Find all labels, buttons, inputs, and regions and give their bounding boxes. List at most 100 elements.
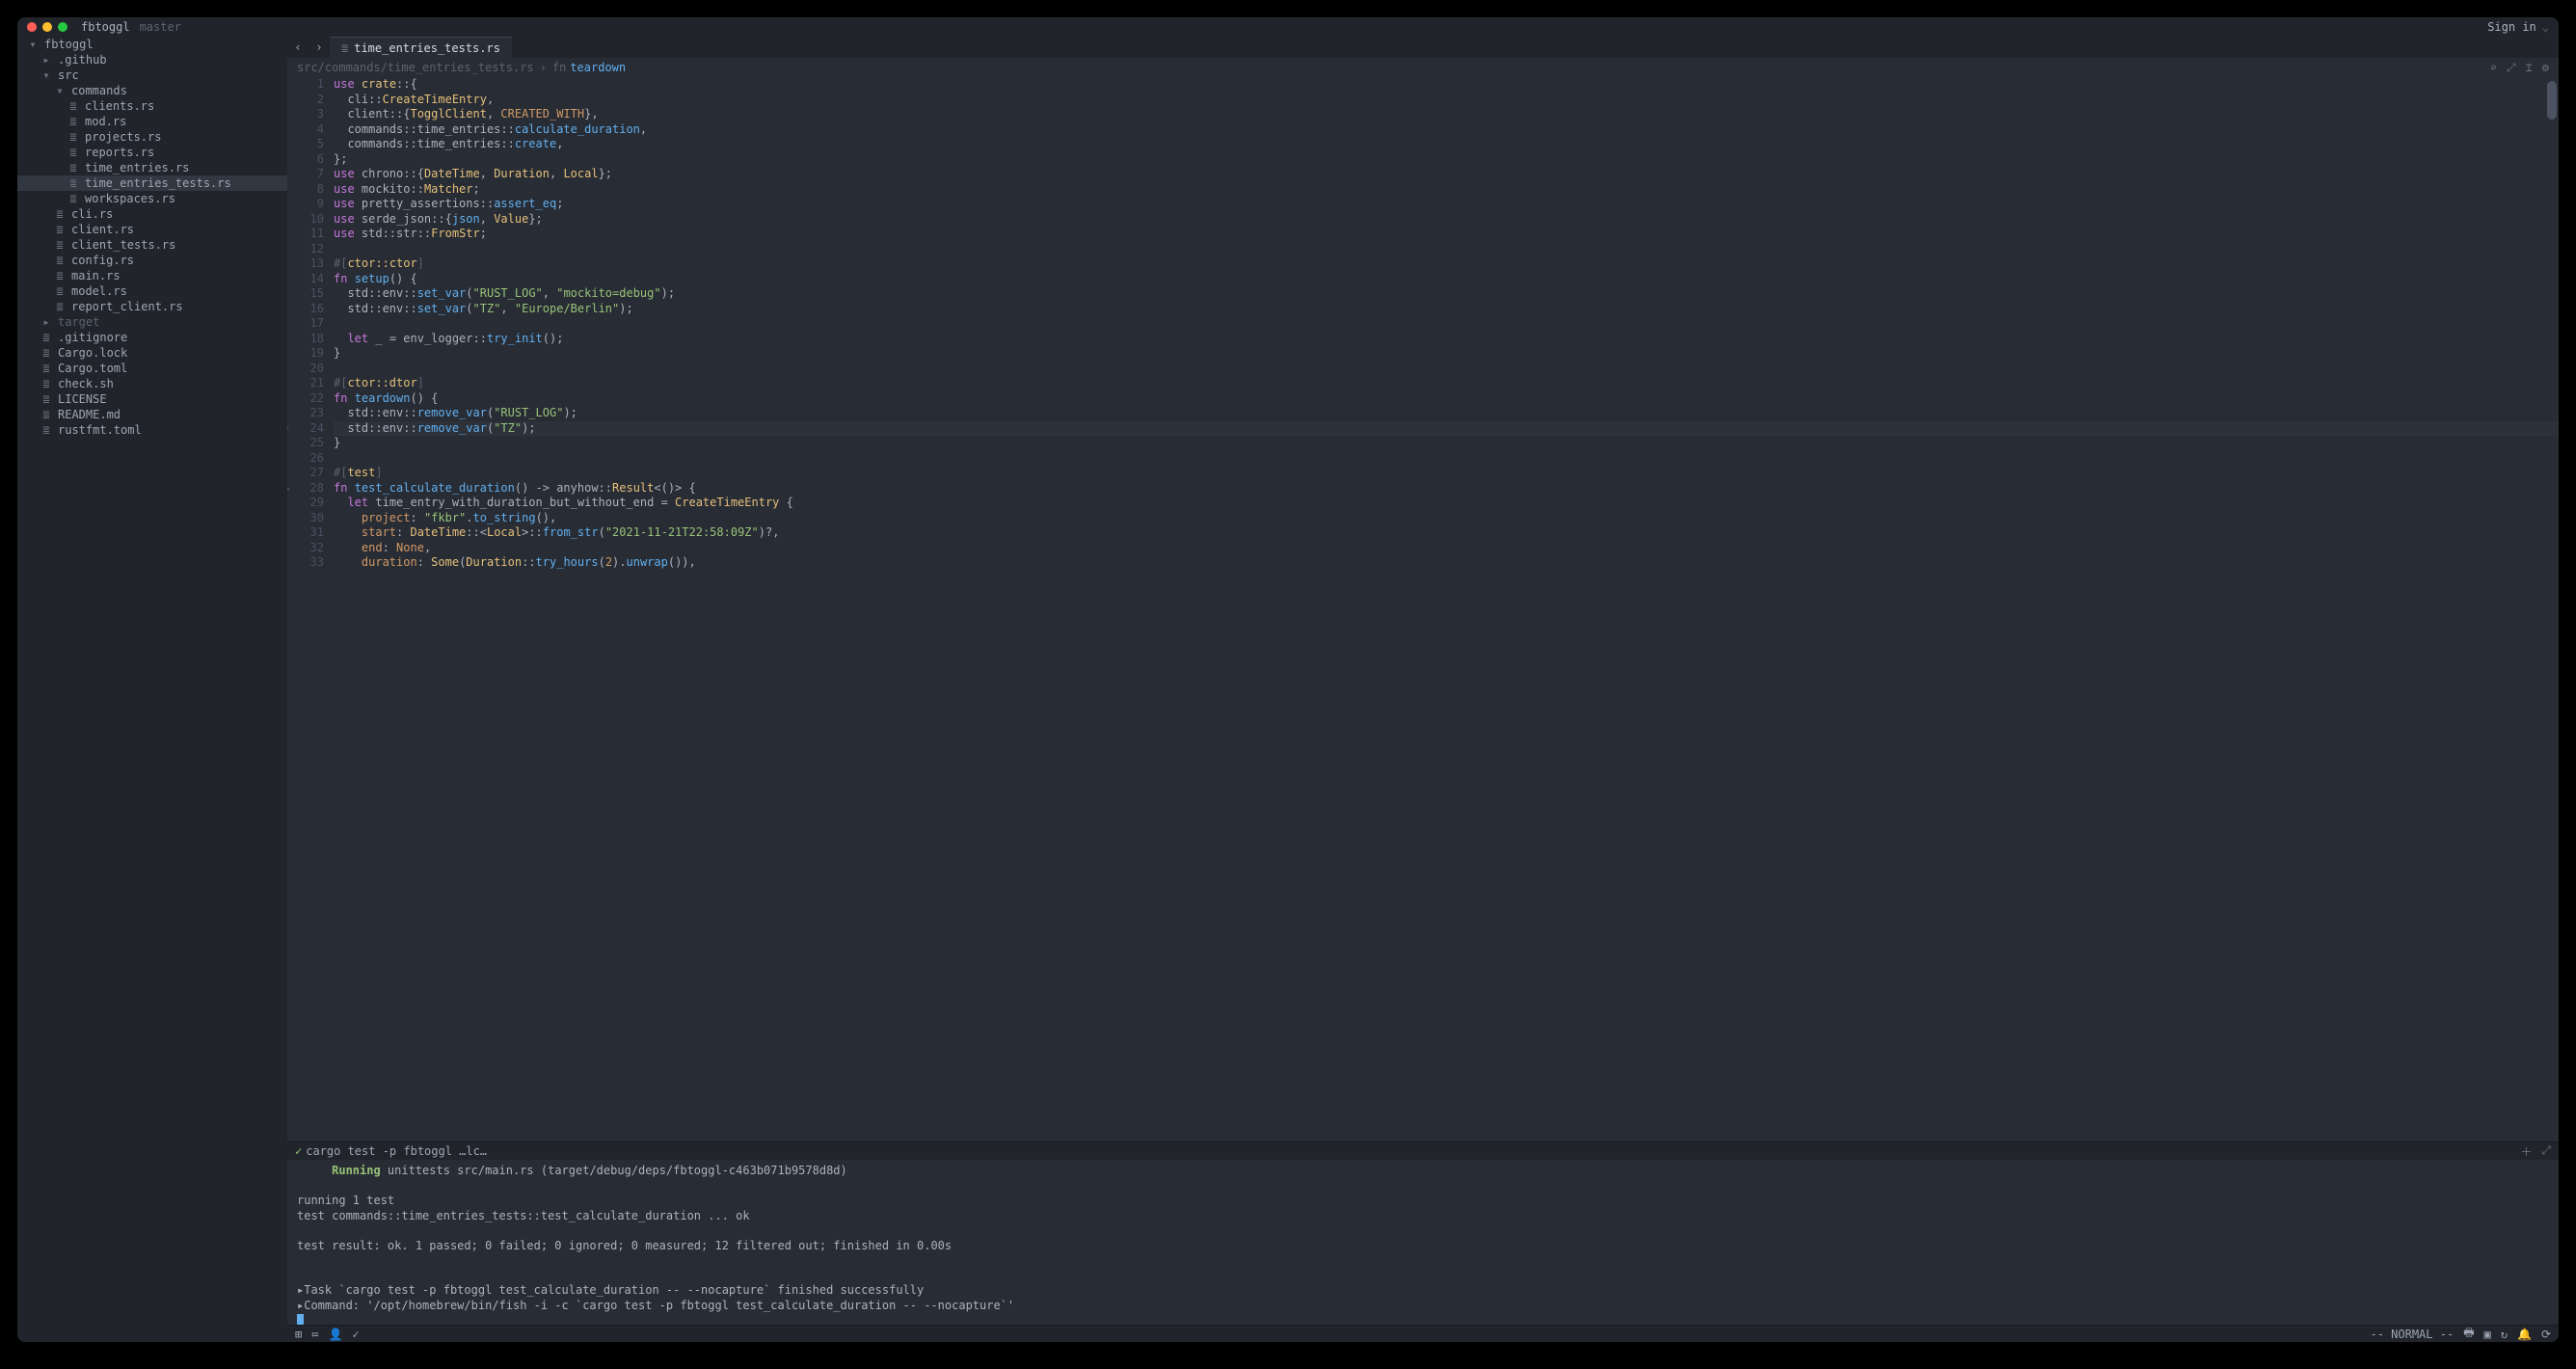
code-line[interactable]: std::env::remove_var("TZ"); <box>334 421 2559 437</box>
sign-in-button[interactable]: Sign in <box>2487 20 2536 34</box>
tree-file[interactable]: ≣client.rs <box>17 222 287 237</box>
tab-bar: ‹ › ≣ time_entries_tests.rs <box>287 37 2559 58</box>
panel-plus-icon[interactable]: ＋ <box>2520 1143 2532 1160</box>
tree-folder[interactable]: ▸target <box>17 314 287 330</box>
terminal-output[interactable]: Running unittests src/main.rs (target/de… <box>287 1160 2559 1325</box>
file-tree[interactable]: ▾fbtoggl▸.github▾src▾commands≣clients.rs… <box>17 37 287 1342</box>
tree-file[interactable]: ≣time_entries.rs <box>17 160 287 175</box>
code-editor[interactable]: 123456789101112131415161718192021222324⚡… <box>287 77 2559 1141</box>
code-line[interactable]: fn teardown() { <box>334 391 2559 407</box>
code-line[interactable]: std::env::set_var("RUST_LOG", "mockito=d… <box>334 286 2559 302</box>
code-line[interactable]: duration: Some(Duration::try_hours(2).un… <box>334 555 2559 571</box>
tree-file[interactable]: ≣cli.rs <box>17 206 287 222</box>
breadcrumb-path[interactable]: src/commands/time_entries_tests.rs <box>297 61 534 74</box>
panel-fullscreen-icon[interactable]: ⤢ <box>2541 1143 2551 1160</box>
status-icon[interactable]: 🖶 <box>2463 1324 2474 1342</box>
code-line[interactable]: cli::CreateTimeEntry, <box>334 93 2559 108</box>
status-icon[interactable]: ↻ <box>2501 1328 2508 1341</box>
panel-tab[interactable]: ✓ cargo test -p fbtoggl …lc… <box>295 1144 487 1158</box>
tree-file[interactable]: ≣time_entries_tests.rs <box>17 175 287 191</box>
cursor-icon[interactable]: ⌶ <box>2526 61 2533 75</box>
branch-name[interactable]: master <box>140 20 181 34</box>
settings-icon[interactable]: ⚙ <box>2542 61 2549 75</box>
nav-back-button[interactable]: ‹ <box>287 37 309 58</box>
status-icon[interactable]: ⊞ <box>295 1328 302 1341</box>
status-icon[interactable]: ≔ <box>311 1328 318 1341</box>
code-line[interactable]: #[test] <box>334 466 2559 481</box>
code-line[interactable] <box>334 451 2559 467</box>
code-line[interactable] <box>334 242 2559 257</box>
code-line[interactable]: fn setup() { <box>334 272 2559 287</box>
tree-folder[interactable]: ▾commands <box>17 83 287 98</box>
code-line[interactable] <box>334 316 2559 332</box>
tree-file[interactable]: ≣rustfmt.toml <box>17 422 287 438</box>
tree-file[interactable]: ≣LICENSE <box>17 391 287 407</box>
search-icon[interactable]: ⌕ <box>2490 61 2497 75</box>
breadcrumb[interactable]: src/commands/time_entries_tests.rs › fn … <box>287 58 2559 77</box>
editor-tab[interactable]: ≣ time_entries_tests.rs <box>330 37 512 58</box>
tree-folder[interactable]: ▸.github <box>17 52 287 67</box>
status-check-icon[interactable]: ✓ <box>352 1328 359 1341</box>
window-maximize-button[interactable] <box>58 22 67 32</box>
breadcrumb-symbol[interactable]: teardown <box>570 61 626 74</box>
code-line[interactable]: end: None, <box>334 541 2559 556</box>
folder-open-icon: ▾ <box>54 84 66 97</box>
code-line[interactable]: use chrono::{DateTime, Duration, Local}; <box>334 167 2559 182</box>
code-line[interactable]: project: "fkbr".to_string(), <box>334 511 2559 526</box>
window-close-button[interactable] <box>27 22 37 32</box>
tree-file[interactable]: ≣README.md <box>17 407 287 422</box>
tree-folder[interactable]: ▾fbtoggl <box>17 37 287 52</box>
fullscreen-icon[interactable]: ⤢ <box>2507 61 2516 75</box>
tree-file[interactable]: ≣workspaces.rs <box>17 191 287 206</box>
code-line[interactable]: use mockito::Matcher; <box>334 182 2559 198</box>
code-line[interactable]: client::{TogglClient, CREATED_WITH}, <box>334 107 2559 122</box>
breadcrumb-fn-kw[interactable]: fn <box>552 61 566 74</box>
project-name[interactable]: fbtoggl <box>81 20 130 34</box>
code-line[interactable]: let _ = env_logger::try_init(); <box>334 332 2559 347</box>
code-line[interactable]: } <box>334 436 2559 451</box>
code-line[interactable]: let time_entry_with_duration_but_without… <box>334 496 2559 511</box>
tree-file[interactable]: ≣Cargo.lock <box>17 345 287 361</box>
code-line[interactable]: commands::time_entries::create, <box>334 137 2559 152</box>
tree-file[interactable]: ≣model.rs <box>17 283 287 299</box>
tree-item-label: time_entries_tests.rs <box>85 176 231 190</box>
code-line[interactable]: commands::time_entries::calculate_durati… <box>334 122 2559 138</box>
tree-file[interactable]: ≣reports.rs <box>17 145 287 160</box>
code-line[interactable]: std::env::remove_var("RUST_LOG"); <box>334 406 2559 421</box>
status-icon[interactable]: 👤 <box>328 1328 342 1341</box>
code-line[interactable]: std::env::set_var("TZ", "Europe/Berlin")… <box>334 302 2559 317</box>
code-line[interactable]: #[ctor::ctor] <box>334 256 2559 272</box>
window-minimize-button[interactable] <box>42 22 52 32</box>
tree-file[interactable]: ≣main.rs <box>17 268 287 283</box>
code-line[interactable]: start: DateTime::<Local>::from_str("2021… <box>334 525 2559 541</box>
tree-file[interactable]: ≣client_tests.rs <box>17 237 287 253</box>
tree-file[interactable]: ≣report_client.rs <box>17 299 287 314</box>
scrollbar-thumb[interactable] <box>2547 81 2557 120</box>
code-line[interactable]: use serde_json::{json, Value}; <box>334 212 2559 228</box>
file-icon: ≣ <box>67 99 79 113</box>
code-line[interactable]: use crate::{ <box>334 77 2559 93</box>
code-line[interactable]: } <box>334 346 2559 362</box>
tree-file[interactable]: ≣config.rs <box>17 253 287 268</box>
tree-file[interactable]: ≣check.sh <box>17 376 287 391</box>
status-icon[interactable]: ⟳ <box>2541 1328 2551 1341</box>
tree-file[interactable]: ≣.gitignore <box>17 330 287 345</box>
nav-forward-button[interactable]: › <box>309 37 330 58</box>
tree-item-label: README.md <box>58 408 121 421</box>
tree-file[interactable]: ≣clients.rs <box>17 98 287 114</box>
chevron-down-icon[interactable]: ⌄ <box>2542 20 2549 34</box>
status-icon[interactable]: ▣ <box>2484 1328 2491 1341</box>
status-icon[interactable]: 🔔 <box>2517 1328 2532 1341</box>
code-line[interactable]: use std::str::FromStr; <box>334 227 2559 242</box>
code-line[interactable]: #[ctor::dtor] <box>334 376 2559 391</box>
code-line[interactable]: use pretty_assertions::assert_eq; <box>334 197 2559 212</box>
tree-file[interactable]: ≣mod.rs <box>17 114 287 129</box>
tree-file[interactable]: ≣Cargo.toml <box>17 361 287 376</box>
status-bar: ⊞ ≔ 👤 ✓ -- NORMAL -- 🖶 ▣ ↻ 🔔 ⟳ <box>287 1325 2559 1342</box>
code-line[interactable]: }; <box>334 152 2559 168</box>
code-line[interactable] <box>334 362 2559 377</box>
tree-file[interactable]: ≣projects.rs <box>17 129 287 145</box>
file-icon: ≣ <box>67 115 79 128</box>
tree-folder[interactable]: ▾src <box>17 67 287 83</box>
code-line[interactable]: fn test_calculate_duration() -> anyhow::… <box>334 481 2559 497</box>
